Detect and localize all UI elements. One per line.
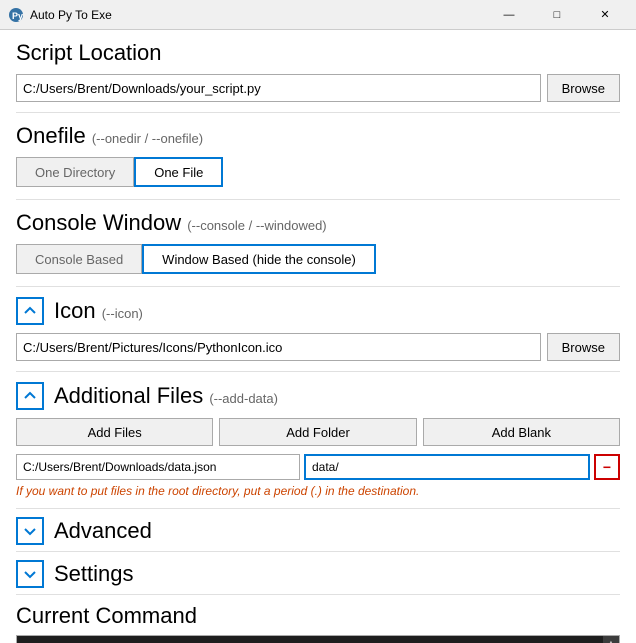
table-row: − [16,454,620,480]
svg-text:Py: Py [12,11,23,21]
one-directory-button[interactable]: One Directory [16,157,134,187]
add-blank-button[interactable]: Add Blank [423,418,620,446]
current-command-title: Current Command [16,603,620,629]
additional-files-collapse-button[interactable] [16,382,44,410]
script-location-title: Script Location [16,40,620,66]
icon-collapse-button[interactable] [16,297,44,325]
additional-files-title: Additional Files (--add-data) [54,383,278,409]
additional-files-subtitle: (--add-data) [209,391,278,406]
console-based-button[interactable]: Console Based [16,244,142,274]
icon-section-header: Icon (--icon) [16,297,620,325]
advanced-section: Advanced [16,517,620,545]
scrollbar[interactable]: ▲ ▼ [603,636,619,643]
add-files-button[interactable]: Add Files [16,418,213,446]
minus-icon: − [603,459,611,475]
one-file-button[interactable]: One File [134,157,223,187]
close-button[interactable]: ✕ [582,0,628,30]
add-folder-button[interactable]: Add Folder [219,418,416,446]
settings-section: Settings [16,560,620,588]
chevron-up-icon-2 [22,388,38,404]
title-bar: Py Auto Py To Exe — □ ✕ [0,0,636,30]
app-icon: Py [8,7,24,23]
divider-4 [16,371,620,372]
script-path-input[interactable] [16,74,541,102]
console-window-subtitle: (--console / --windowed) [187,218,326,233]
icon-subtitle: (--icon) [102,306,143,321]
chevron-up-icon [22,303,38,319]
icon-path-input[interactable] [16,333,541,361]
onefile-title: Onefile (--onedir / --onefile) [16,123,620,149]
script-location-row: Browse [16,74,620,102]
advanced-title: Advanced [54,518,152,544]
app-title: Auto Py To Exe [30,8,112,22]
onefile-btn-group: One Directory One File [16,157,620,187]
minimize-button[interactable]: — [486,0,532,30]
window-based-button[interactable]: Window Based (hide the console) [142,244,376,274]
title-bar-controls: — □ ✕ [486,0,628,30]
main-content: Script Location Browse Onefile (--onedir… [0,30,636,643]
script-browse-button[interactable]: Browse [547,74,620,102]
console-window-label: Console Window [16,210,181,235]
settings-title: Settings [54,561,134,587]
scroll-up-arrow[interactable]: ▲ [604,636,618,643]
icon-section-title: Icon (--icon) [54,298,143,324]
onefile-subtitle: (--onedir / --onefile) [92,131,203,146]
console-window-title: Console Window (--console / --windowed) [16,210,620,236]
icon-label: Icon [54,298,96,323]
additional-files-label: Additional Files [54,383,203,408]
console-window-btn-group: Console Based Window Based (hide the con… [16,244,620,274]
divider-7 [16,594,620,595]
title-bar-left: Py Auto Py To Exe [8,7,112,23]
add-files-buttons-row: Add Files Add Folder Add Blank [16,418,620,446]
icon-path-row: Browse [16,333,620,361]
advanced-collapse-button[interactable] [16,517,44,545]
settings-collapse-button[interactable] [16,560,44,588]
icon-browse-button[interactable]: Browse [547,333,620,361]
file-path-input[interactable] [16,454,300,480]
divider-6 [16,551,620,552]
additional-files-header: Additional Files (--add-data) [16,382,620,410]
onefile-label: Onefile [16,123,86,148]
divider-3 [16,286,620,287]
remove-file-button[interactable]: − [594,454,620,480]
chevron-down-icon-2 [22,566,38,582]
divider-2 [16,199,620,200]
chevron-down-icon [22,523,38,539]
divider-1 [16,112,620,113]
command-textarea[interactable] [17,636,619,643]
maximize-button[interactable]: □ [534,0,580,30]
hint-text: If you want to put files in the root dir… [16,484,620,498]
file-dest-input[interactable] [304,454,590,480]
command-box: ▲ ▼ [16,635,620,643]
divider-5 [16,508,620,509]
